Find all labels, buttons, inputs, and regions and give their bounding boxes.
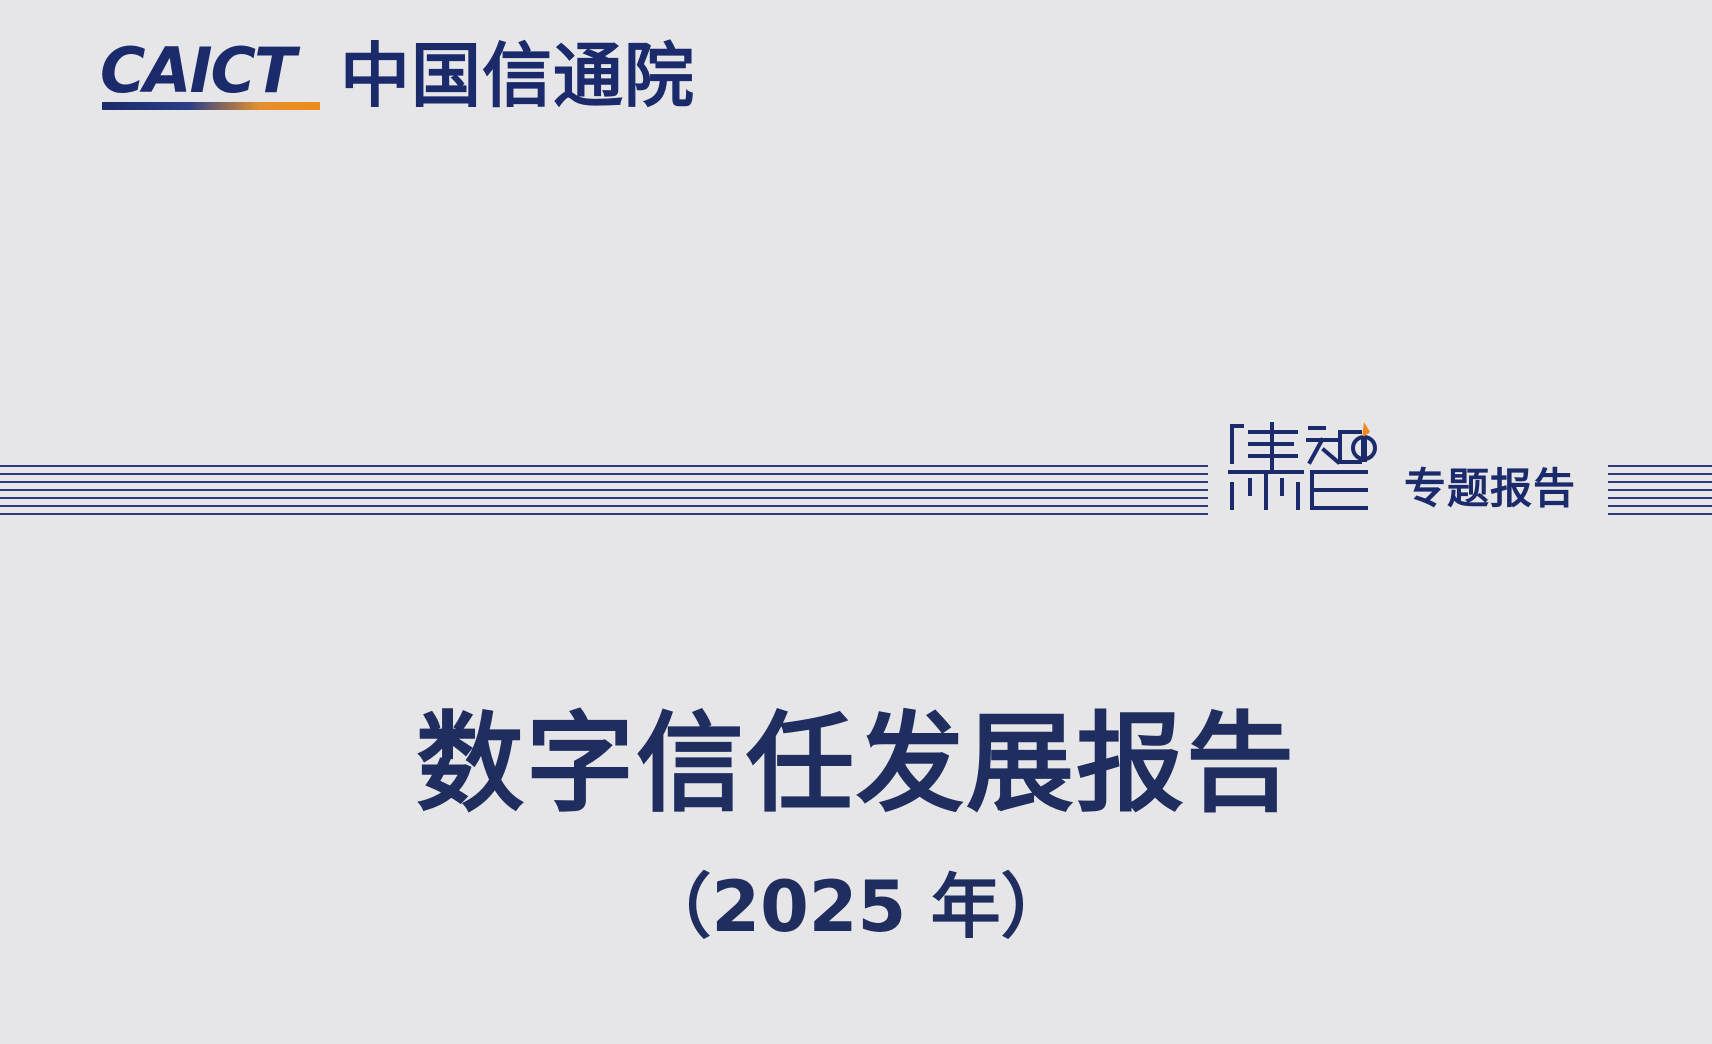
logo-swoosh bbox=[102, 102, 320, 110]
decorative-stripes-right bbox=[1608, 465, 1712, 517]
series-label: 专题报告 bbox=[1404, 464, 1577, 513]
dotted-globe-decoration bbox=[470, 935, 1120, 1044]
decorative-stripes-left bbox=[0, 465, 1208, 517]
series-mark: 专题报告 bbox=[1228, 418, 1598, 518]
logo-chinese-name: 中国信通院 bbox=[340, 35, 695, 117]
caict-logo-mark: CAICT bbox=[100, 38, 322, 114]
report-cover: CAICT 中国信通院 专题报告 数字信任发展报告 （2025 年） bbox=[0, 0, 1712, 1044]
report-title: 数字信任发展报告 bbox=[415, 702, 1296, 827]
jizhi-calligraphy-icon bbox=[1228, 422, 1377, 510]
caict-logo: CAICT 中国信通院 bbox=[100, 38, 695, 114]
logo-english-wordmark: CAICT bbox=[100, 34, 296, 107]
